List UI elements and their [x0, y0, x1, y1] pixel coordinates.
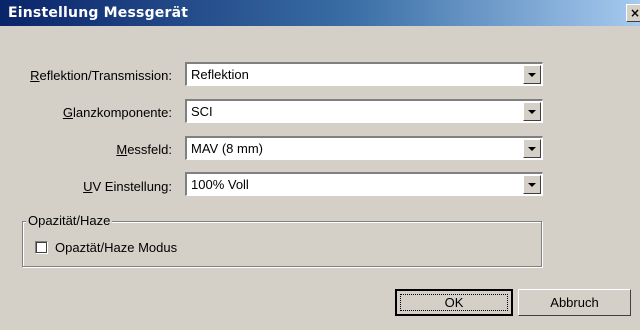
measuring-field-label: Messfeld:	[116, 142, 172, 157]
close-button[interactable]: ×	[626, 4, 640, 22]
window-title: Einstellung Messgerät	[8, 5, 189, 21]
opacity-haze-legend: Opazität/Haze	[26, 213, 113, 228]
gloss-component-value: SCI	[191, 104, 213, 119]
uv-setting-value: 100% Voll	[191, 177, 249, 192]
cancel-button-label: Abbruch	[550, 295, 599, 310]
uv-setting-label: UV Einstellung:	[83, 179, 172, 194]
title-bar: Einstellung Messgerät ×	[0, 0, 640, 26]
measuring-field-select[interactable]: MAV (8 mm)	[185, 136, 543, 160]
chevron-down-icon[interactable]	[523, 139, 541, 158]
uv-setting-select[interactable]: 100% Voll	[185, 172, 543, 196]
ok-button[interactable]: OK	[395, 289, 513, 316]
close-icon: ×	[629, 6, 640, 20]
gloss-component-select[interactable]: SCI	[185, 99, 543, 123]
reflection-transmission-label: Reflektion/Transmission:	[30, 68, 172, 83]
reflection-transmission-select[interactable]: Reflektion	[185, 62, 543, 86]
chevron-down-icon[interactable]	[523, 175, 541, 194]
chevron-down-icon[interactable]	[523, 102, 541, 121]
cancel-button[interactable]: Abbruch	[518, 289, 631, 316]
measuring-field-value: MAV (8 mm)	[191, 141, 263, 156]
gloss-component-label: Glanzkomponente:	[62, 105, 172, 120]
chevron-down-icon[interactable]	[523, 65, 541, 84]
reflection-transmission-value: Reflektion	[191, 67, 249, 82]
focus-rect	[400, 294, 508, 311]
opacity-haze-mode-label[interactable]: Opaztät/Haze Modus	[55, 240, 177, 255]
opacity-haze-mode-checkbox[interactable]	[35, 241, 48, 254]
